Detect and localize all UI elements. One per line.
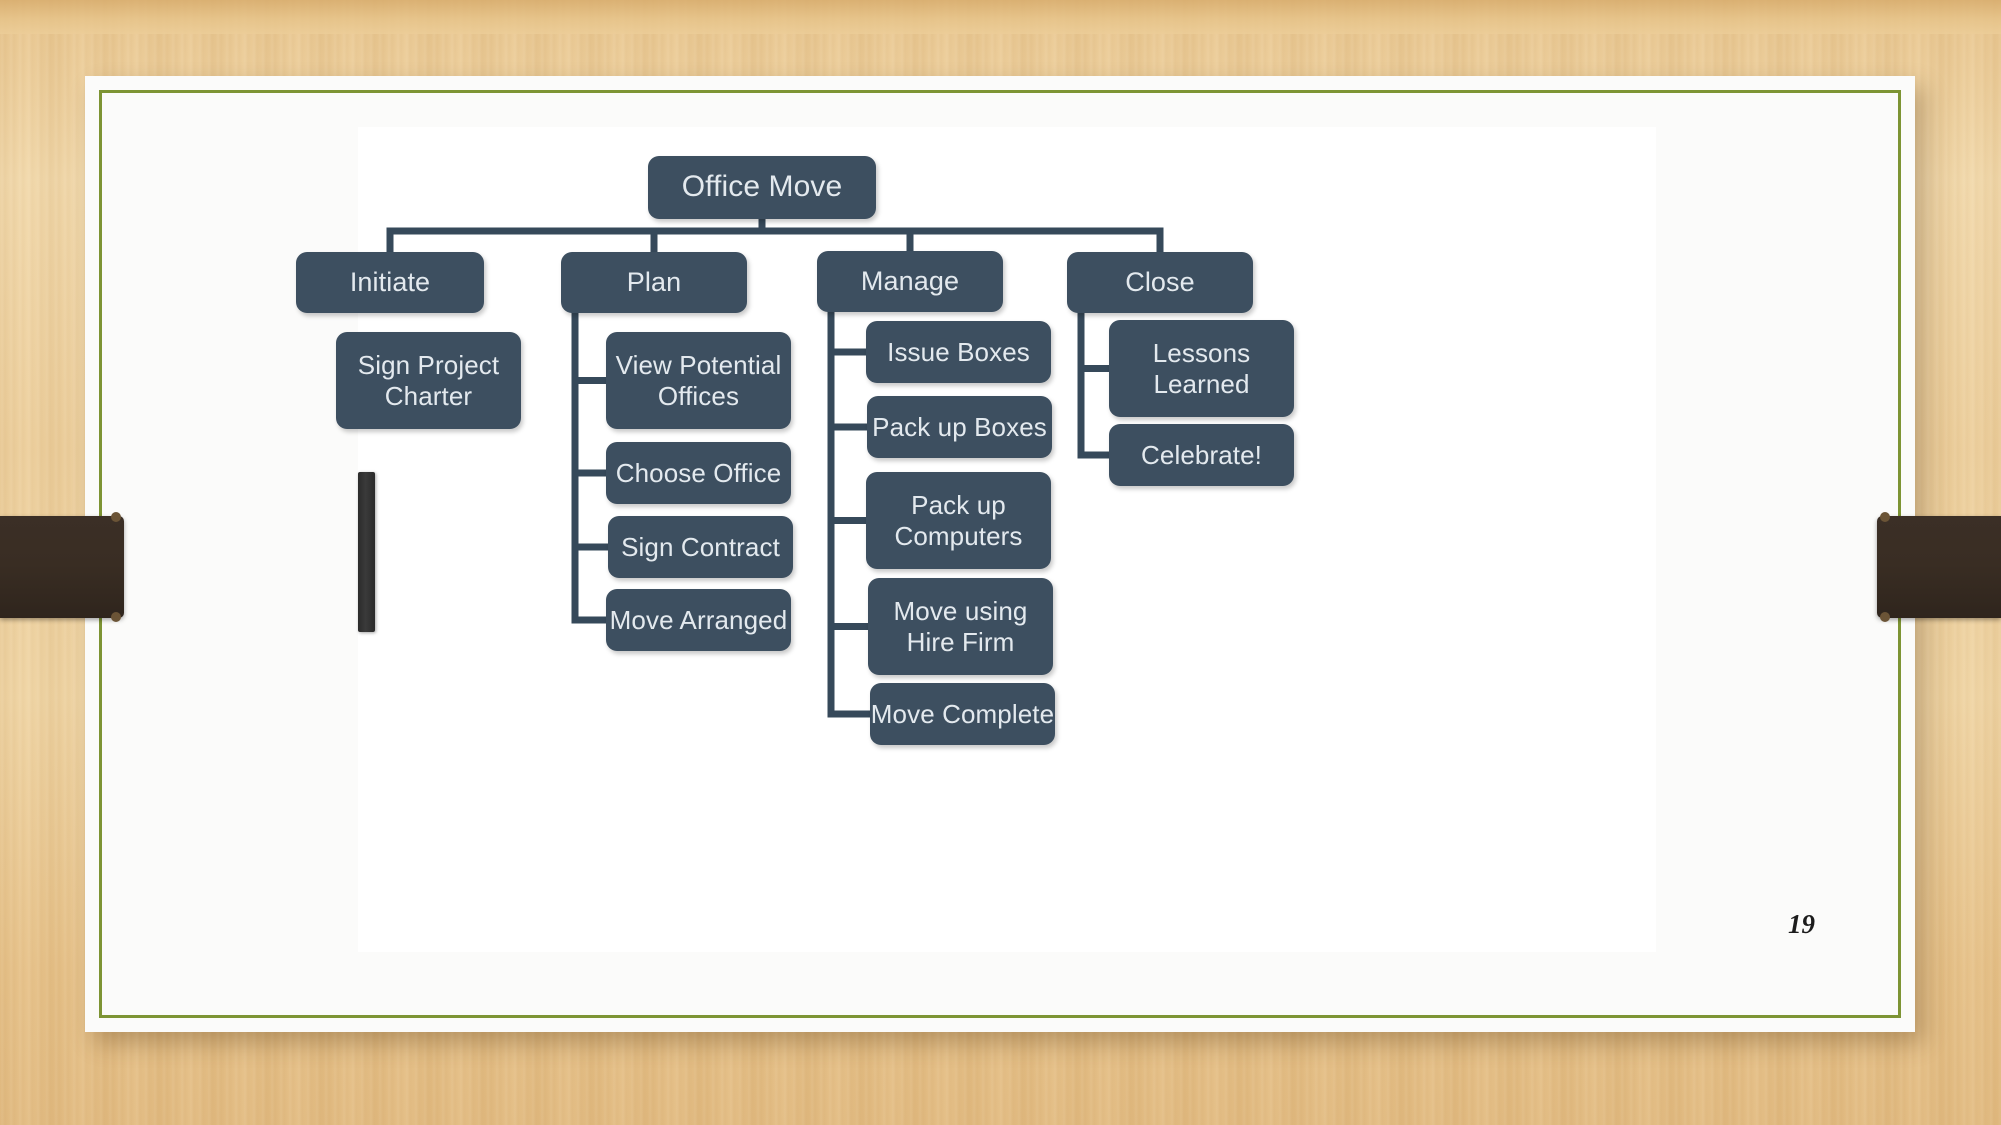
node-label: Move Complete <box>870 698 1055 729</box>
node-label: Move using Hire Firm <box>893 596 1028 657</box>
node-label: Plan <box>626 266 682 297</box>
node-label: Choose Office <box>615 457 782 488</box>
left-decorative-bar <box>0 512 124 622</box>
node-issue-boxes[interactable]: Issue Boxes <box>866 321 1051 383</box>
node-label: Pack up Computers <box>894 490 1023 551</box>
node-label: Office Move <box>681 170 843 204</box>
pin-icon <box>111 612 121 622</box>
node-close[interactable]: Close <box>1067 252 1253 313</box>
node-label: Celebrate! <box>1141 439 1262 470</box>
org-chart-node-layer: Office Move Initiate Plan Manage Close Sign P… <box>296 127 1656 952</box>
node-pack-up-boxes[interactable]: Pack up Boxes <box>867 396 1052 458</box>
pin-icon <box>111 512 121 522</box>
pin-icon <box>1880 612 1890 622</box>
node-move-using-hire-firm[interactable]: Move using Hire Firm <box>868 578 1053 675</box>
node-label: Manage <box>860 265 960 296</box>
node-sign-contract[interactable]: Sign Contract <box>608 516 793 578</box>
node-move-arranged[interactable]: Move Arranged <box>606 589 791 651</box>
node-sign-project-charter[interactable]: Sign Project Charter <box>336 332 521 429</box>
node-celebrate[interactable]: Celebrate! <box>1109 424 1294 486</box>
right-decorative-bar <box>1877 512 2001 622</box>
node-label: Lessons Learned <box>1152 338 1251 399</box>
page-number: 19 <box>1788 909 1815 939</box>
node-pack-up-computers[interactable]: Pack up Computers <box>866 472 1051 569</box>
wood-top-strip <box>0 0 2001 34</box>
node-label: Close <box>1125 266 1195 297</box>
node-plan[interactable]: Plan <box>561 252 747 313</box>
pin-icon <box>1880 512 1890 522</box>
node-label: Pack up Boxes <box>872 411 1047 442</box>
node-label: Sign Project Charter <box>357 350 500 411</box>
node-label: Sign Contract <box>621 531 780 562</box>
node-initiate[interactable]: Initiate <box>296 252 484 313</box>
node-label: Move Arranged <box>609 604 788 635</box>
node-label: Issue Boxes <box>887 336 1030 367</box>
node-view-potential-offices[interactable]: View Potential Offices <box>606 332 791 429</box>
node-manage[interactable]: Manage <box>817 251 1003 312</box>
node-lessons-learned[interactable]: Lessons Learned <box>1109 320 1294 417</box>
node-move-complete[interactable]: Move Complete <box>870 683 1055 745</box>
node-label: View Potential Offices <box>615 350 782 411</box>
node-choose-office[interactable]: Choose Office <box>606 442 791 504</box>
node-office-move[interactable]: Office Move <box>648 156 876 219</box>
node-label: Initiate <box>349 266 431 297</box>
slide-background: 19 Office Move Initiate Plan Manage Close Sig… <box>0 0 2001 1125</box>
